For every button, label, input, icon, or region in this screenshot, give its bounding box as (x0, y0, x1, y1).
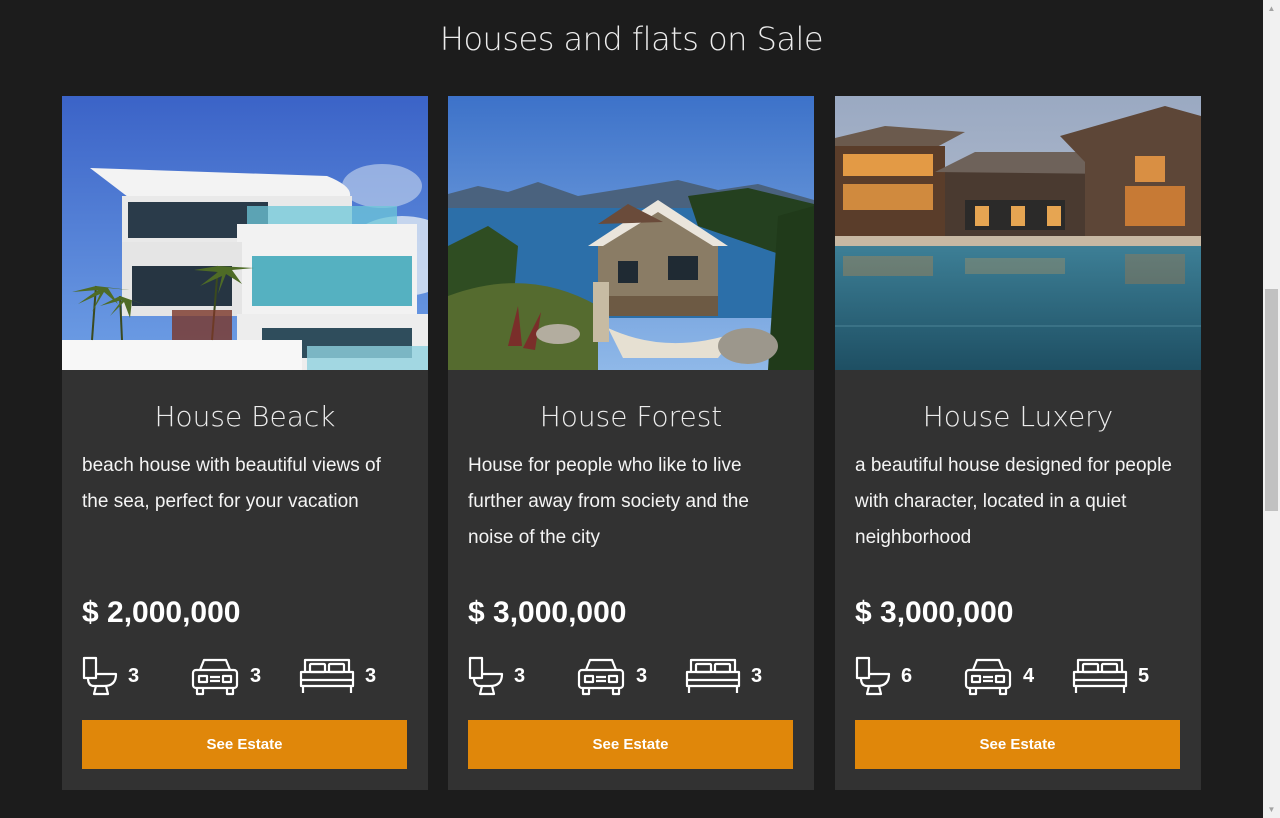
bedrooms-count: 3 (751, 664, 763, 687)
car-icon (963, 656, 1013, 696)
garages-feature: 3 (576, 656, 647, 696)
toilet-icon (468, 656, 504, 696)
property-card-house-forest: House Forest House for people who like t… (448, 96, 814, 790)
bathrooms-feature: 6 (855, 656, 912, 696)
property-image (835, 96, 1201, 370)
property-price: $ 2,000,000 (82, 596, 241, 629)
garages-count: 4 (1023, 664, 1035, 687)
property-description: a beautiful house designed for people wi… (855, 455, 1172, 548)
bedrooms-count: 5 (1138, 664, 1150, 687)
bed-icon (299, 656, 355, 696)
property-title: House Forest (539, 400, 723, 433)
vertical-scrollbar[interactable]: ▲ ▼ (1263, 0, 1280, 818)
bathrooms-feature: 3 (468, 656, 525, 696)
bathrooms-count: 6 (901, 664, 913, 687)
property-description: beach house with beautiful views of the … (82, 455, 381, 512)
toilet-icon (855, 656, 891, 696)
bed-icon (1072, 656, 1128, 696)
bed-icon (685, 656, 741, 696)
garages-feature: 4 (963, 656, 1034, 696)
bathrooms-count: 3 (128, 664, 140, 687)
see-estate-button[interactable]: See Estate (855, 720, 1180, 769)
garages-feature: 3 (190, 656, 261, 696)
property-price: $ 3,000,000 (855, 596, 1014, 629)
garages-count: 3 (250, 664, 262, 687)
car-icon (190, 656, 240, 696)
see-estate-button[interactable]: See Estate (468, 720, 793, 769)
bathrooms-feature: 3 (82, 656, 139, 696)
property-title: House Beack (154, 400, 336, 433)
bathrooms-count: 3 (514, 664, 526, 687)
scroll-up-arrow-icon[interactable]: ▲ (1263, 0, 1280, 17)
property-image (448, 96, 814, 370)
page: Houses and flats on Sale House Beack bea… (0, 0, 1263, 818)
toilet-icon (82, 656, 118, 696)
garages-count: 3 (636, 664, 648, 687)
bedrooms-feature: 3 (299, 656, 376, 696)
property-price: $ 3,000,000 (468, 596, 627, 629)
property-card-house-beack: House Beack beach house with beautiful v… (62, 96, 428, 790)
property-image (62, 96, 428, 370)
bedrooms-feature: 3 (685, 656, 762, 696)
bedrooms-count: 3 (365, 664, 377, 687)
car-icon (576, 656, 626, 696)
property-title: House Luxery (922, 400, 1114, 433)
scroll-down-arrow-icon[interactable]: ▼ (1263, 801, 1280, 818)
section-title: Houses and flats on Sale (439, 20, 824, 58)
bedrooms-feature: 5 (1072, 656, 1149, 696)
scrollbar-thumb[interactable] (1265, 289, 1278, 511)
property-description: House for people who like to live furthe… (468, 455, 749, 548)
property-card-house-luxery: House Luxery a beautiful house designed … (835, 96, 1201, 790)
see-estate-button[interactable]: See Estate (82, 720, 407, 769)
